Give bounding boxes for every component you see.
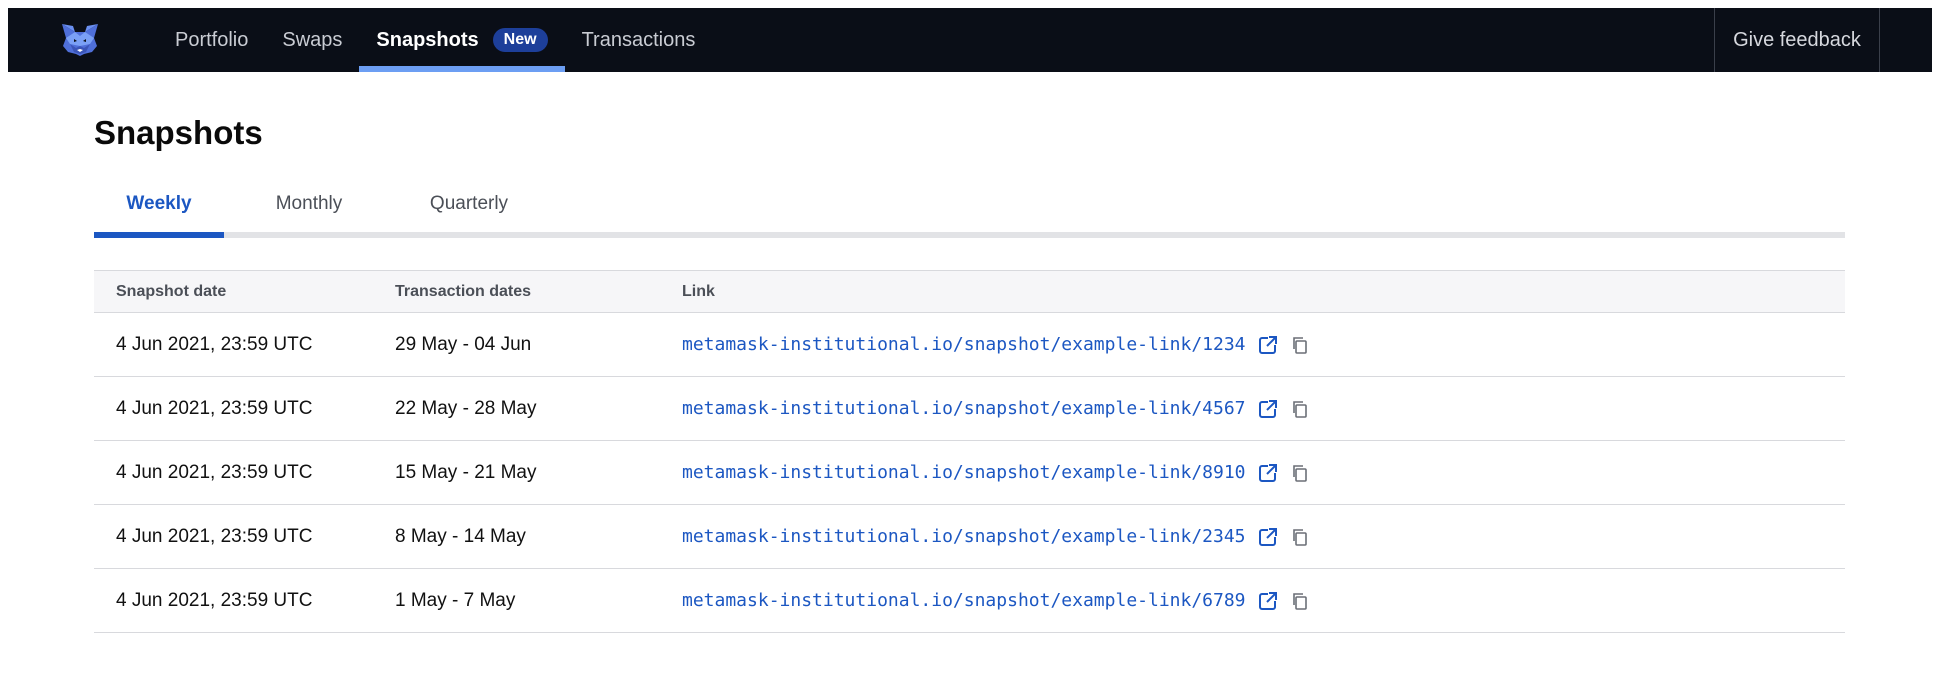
external-link-icon[interactable] xyxy=(1256,333,1280,357)
transaction-dates: 29 May - 04 Jun xyxy=(395,333,532,355)
transaction-dates-cell: 22 May - 28 May xyxy=(395,376,682,441)
link-cell: metamask-institutional.io/snapshot/examp… xyxy=(682,376,1845,441)
copy-icon[interactable] xyxy=(1288,397,1312,421)
transaction-dates-cell: 8 May - 14 May xyxy=(395,504,682,569)
transaction-dates: 22 May - 28 May xyxy=(395,397,537,419)
nav-item-snapshots[interactable]: Snapshots New xyxy=(359,8,565,72)
tab-monthly[interactable]: Monthly xyxy=(224,178,394,238)
snapshot-date: 4 Jun 2021, 23:59 UTC xyxy=(116,589,313,611)
tab-weekly[interactable]: Weekly xyxy=(94,178,224,238)
metamask-fox-icon[interactable] xyxy=(60,22,100,58)
table-row: 4 Jun 2021, 23:59 UTC 1 May - 7 May meta… xyxy=(94,568,1845,633)
nav-item-portfolio[interactable]: Portfolio xyxy=(158,8,265,72)
external-link-icon[interactable] xyxy=(1256,461,1280,485)
nav-item-label: Portfolio xyxy=(175,28,249,51)
snapshot-link[interactable]: metamask-institutional.io/snapshot/examp… xyxy=(682,590,1246,611)
link-cell: metamask-institutional.io/snapshot/examp… xyxy=(682,504,1845,569)
copy-icon[interactable] xyxy=(1288,461,1312,485)
nav-item-label: Swaps xyxy=(282,28,343,51)
nav-item-label: Transactions xyxy=(581,28,696,51)
give-feedback-button[interactable]: Give feedback xyxy=(1714,8,1880,72)
snapshot-date: 4 Jun 2021, 23:59 UTC xyxy=(116,397,313,419)
snapshot-link[interactable]: metamask-institutional.io/snapshot/examp… xyxy=(682,398,1246,419)
tab-label: Weekly xyxy=(126,193,192,214)
column-header-link: Link xyxy=(682,270,1845,313)
snapshot-date-cell: 4 Jun 2021, 23:59 UTC xyxy=(94,568,395,633)
external-link-icon[interactable] xyxy=(1256,589,1280,613)
tab-quarterly[interactable]: Quarterly xyxy=(394,178,544,238)
snapshot-date: 4 Jun 2021, 23:59 UTC xyxy=(116,461,313,483)
external-link-icon[interactable] xyxy=(1256,397,1280,421)
snapshot-date-cell: 4 Jun 2021, 23:59 UTC xyxy=(94,376,395,441)
nav-item-label: Snapshots xyxy=(376,28,479,51)
table-row: 4 Jun 2021, 23:59 UTC 29 May - 04 Jun me… xyxy=(94,312,1845,377)
copy-icon[interactable] xyxy=(1288,333,1312,357)
snapshot-date-cell: 4 Jun 2021, 23:59 UTC xyxy=(94,440,395,505)
snapshots-table: Snapshot date Transaction dates Link 4 J… xyxy=(94,270,1845,633)
transaction-dates-cell: 15 May - 21 May xyxy=(395,440,682,505)
snapshot-link[interactable]: metamask-institutional.io/snapshot/examp… xyxy=(682,526,1246,547)
link-cell: metamask-institutional.io/snapshot/examp… xyxy=(682,568,1845,633)
transaction-dates: 1 May - 7 May xyxy=(395,589,516,611)
page-title: Snapshots xyxy=(94,114,263,151)
transaction-dates-cell: 29 May - 04 Jun xyxy=(395,312,682,377)
tab-label: Quarterly xyxy=(429,193,509,214)
copy-icon[interactable] xyxy=(1288,589,1312,613)
snapshot-date-cell: 4 Jun 2021, 23:59 UTC xyxy=(94,504,395,569)
snapshot-link[interactable]: metamask-institutional.io/snapshot/examp… xyxy=(682,334,1246,355)
table-row: 4 Jun 2021, 23:59 UTC 8 May - 14 May met… xyxy=(94,504,1845,569)
snapshot-link[interactable]: metamask-institutional.io/snapshot/examp… xyxy=(682,462,1246,483)
period-tabs: Weekly Monthly Quarterly xyxy=(94,178,1845,238)
table-row: 4 Jun 2021, 23:59 UTC 15 May - 21 May me… xyxy=(94,440,1845,505)
transaction-dates: 8 May - 14 May xyxy=(395,525,526,547)
column-header-snapshot-date: Snapshot date xyxy=(94,270,395,313)
column-header-transaction-dates: Transaction dates xyxy=(395,270,682,313)
link-cell: metamask-institutional.io/snapshot/examp… xyxy=(682,312,1845,377)
nav-item-transactions[interactable]: Transactions xyxy=(565,8,713,72)
nav-item-swaps[interactable]: Swaps xyxy=(265,8,359,72)
table-header-row: Snapshot date Transaction dates Link xyxy=(94,270,1845,313)
snapshot-date: 4 Jun 2021, 23:59 UTC xyxy=(116,333,313,355)
main-nav: Portfolio Swaps Snapshots New Transactio… xyxy=(158,8,712,72)
snapshot-date-cell: 4 Jun 2021, 23:59 UTC xyxy=(94,312,395,377)
table-row: 4 Jun 2021, 23:59 UTC 22 May - 28 May me… xyxy=(94,376,1845,441)
top-nav-bar: Portfolio Swaps Snapshots New Transactio… xyxy=(8,8,1932,72)
copy-icon[interactable] xyxy=(1288,525,1312,549)
table-body: 4 Jun 2021, 23:59 UTC 29 May - 04 Jun me… xyxy=(94,312,1845,633)
transaction-dates-cell: 1 May - 7 May xyxy=(395,568,682,633)
new-badge: New xyxy=(492,28,548,52)
give-feedback-label: Give feedback xyxy=(1733,28,1861,51)
link-cell: metamask-institutional.io/snapshot/examp… xyxy=(682,440,1845,505)
external-link-icon[interactable] xyxy=(1256,525,1280,549)
transaction-dates: 15 May - 21 May xyxy=(395,461,537,483)
snapshot-date: 4 Jun 2021, 23:59 UTC xyxy=(116,525,313,547)
tab-label: Monthly xyxy=(275,193,343,214)
